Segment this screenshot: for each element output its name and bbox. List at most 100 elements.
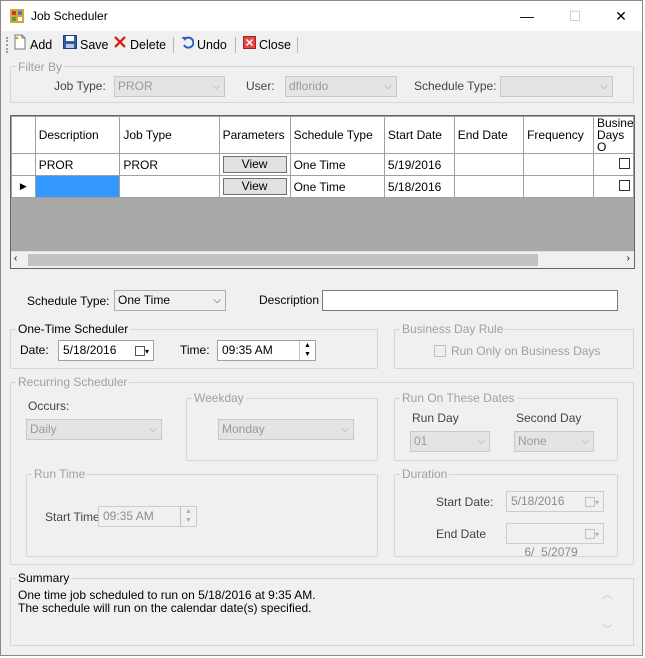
schedule-type-value: One Time	[118, 293, 171, 307]
column-header[interactable]: Parameters	[218, 116, 291, 154]
scroll-right-icon[interactable]: ›	[627, 253, 630, 264]
business-days-checkbox[interactable]	[619, 157, 630, 169]
business-days-checkbox[interactable]	[619, 179, 630, 191]
row-header-current[interactable]: ▶	[11, 175, 36, 198]
view-parameters-button[interactable]: View	[222, 156, 287, 173]
minimize-button[interactable]: —	[504, 1, 550, 31]
date-label: Date:	[20, 343, 49, 357]
undo-button[interactable]: Undo	[181, 35, 227, 55]
schedule-type-cell[interactable]: One Time	[289, 153, 385, 176]
close-icon	[243, 35, 256, 55]
summary-vertical-scrollbar[interactable]: ︿ ﹀	[599, 586, 616, 642]
chevron-down-icon: ⌵	[149, 424, 157, 435]
calendar-icon[interactable]: ▾	[584, 524, 599, 544]
time-input[interactable]: 09:35 AM ▲ ▼	[217, 340, 316, 361]
start-date-cell[interactable]: 5/18/2016	[383, 175, 455, 198]
scroll-down-icon[interactable]: ﹀	[599, 621, 616, 636]
column-header[interactable]: Frequency	[523, 116, 594, 154]
run-day-combo[interactable]: 01 ⌵	[410, 431, 490, 452]
duration-group	[394, 474, 618, 557]
start-time-input[interactable]: 09:35 AM ▲ ▼	[98, 506, 197, 527]
save-label: Save	[80, 38, 109, 52]
table-row[interactable]: PROR PROR View One Time 5/19/2016	[11, 153, 634, 176]
chevron-down-icon: ⌵	[341, 424, 349, 435]
duration-start-date-value: 5/18/2016	[511, 494, 565, 508]
time-spinner[interactable]: ▲ ▼	[299, 341, 315, 360]
filter-job-type-combo[interactable]: PROR ⌵	[114, 76, 225, 97]
maximize-button[interactable]: ☐	[552, 1, 598, 31]
toolbar-grip	[6, 37, 8, 53]
summary-line-2: The schedule will run on the calendar da…	[18, 601, 312, 615]
calendar-icon[interactable]: ▾	[134, 341, 149, 361]
jobs-grid[interactable]: Description Job Type Parameters Schedule…	[10, 115, 635, 269]
occurs-value: Daily	[30, 422, 57, 436]
duration-start-date-picker[interactable]: 5/18/2016 ▾	[506, 491, 604, 512]
job-type-cell[interactable]	[119, 175, 220, 198]
row-header[interactable]	[11, 153, 36, 176]
schedule-type-combo[interactable]: One Time ⌵	[114, 290, 226, 311]
start-time-spinner[interactable]: ▲ ▼	[180, 507, 196, 526]
filter-schedule-type-combo[interactable]: ⌵	[500, 76, 613, 97]
close-button[interactable]: Close	[243, 35, 291, 55]
view-parameters-button[interactable]: View	[222, 178, 287, 195]
parameters-cell: View	[218, 153, 291, 176]
filter-user-combo[interactable]: dflorido ⌵	[285, 76, 397, 97]
duration-end-date-value: 6/ 5/2079	[524, 545, 578, 559]
date-value: 5/18/2016	[63, 343, 117, 357]
summary-line-1: One time job scheduled to run on 5/18/20…	[18, 588, 316, 602]
add-button[interactable]: Add	[13, 34, 52, 55]
save-icon	[63, 35, 77, 55]
save-button[interactable]: Save	[63, 35, 109, 55]
column-header[interactable]: Business Days O	[592, 116, 634, 154]
business-days-only-checkbox[interactable]	[434, 345, 446, 357]
duration-end-date-picker[interactable]: 6/ 5/2079 ▾	[506, 523, 604, 559]
delete-button[interactable]: Delete	[113, 35, 166, 55]
second-day-combo[interactable]: None ⌵	[514, 431, 594, 452]
filter-schedule-type-label: Schedule Type:	[414, 79, 497, 93]
column-header[interactable]: Start Date	[383, 116, 455, 154]
column-header[interactable]: Schedule Type	[289, 116, 385, 154]
second-day-value: None	[518, 434, 547, 448]
column-header[interactable]: Job Type	[119, 116, 220, 154]
delete-icon	[113, 35, 127, 55]
date-picker[interactable]: 5/18/2016 ▾	[58, 340, 154, 361]
description-label: Description	[259, 293, 320, 307]
time-label: Time:	[180, 343, 210, 357]
business-days-cell	[592, 153, 634, 176]
close-window-button[interactable]: ✕	[598, 1, 644, 31]
weekday-combo[interactable]: Monday ⌵	[218, 419, 354, 440]
description-cell-selected[interactable]	[34, 175, 121, 198]
column-header[interactable]: Description	[34, 116, 121, 154]
scrollbar-thumb[interactable]	[28, 254, 538, 266]
run-day-value: 01	[414, 434, 428, 448]
chevron-down-icon: ⌵	[212, 81, 220, 92]
frequency-cell[interactable]	[523, 175, 594, 198]
run-day-label: Run Day	[412, 411, 459, 425]
description-input[interactable]	[322, 290, 618, 311]
end-date-cell[interactable]	[453, 175, 525, 198]
business-days-cell	[592, 175, 634, 198]
filter-group-label: Filter By	[16, 60, 65, 74]
calendar-icon[interactable]: ▾	[584, 492, 599, 512]
app-icon	[10, 9, 24, 23]
parameters-cell: View	[218, 175, 291, 198]
occurs-combo[interactable]: Daily ⌵	[26, 419, 162, 440]
scroll-left-icon[interactable]: ‹	[14, 253, 17, 264]
start-time-label: Start Time	[45, 510, 100, 524]
table-row[interactable]: ▶ View One Time 5/18/2016	[11, 175, 634, 198]
delete-label: Delete	[130, 38, 167, 52]
frequency-cell[interactable]	[523, 153, 594, 176]
start-time-value: 09:35 AM	[103, 509, 154, 523]
run-dates-group-label: Run On These Dates	[400, 391, 517, 405]
horizontal-scrollbar[interactable]: ‹ ›	[11, 251, 634, 268]
scroll-up-icon[interactable]: ︿	[599, 586, 616, 601]
end-date-cell[interactable]	[453, 153, 525, 176]
schedule-type-cell[interactable]: One Time	[289, 175, 385, 198]
start-date-cell[interactable]: 5/19/2016	[383, 153, 455, 176]
weekday-value: Monday	[222, 422, 265, 436]
column-header[interactable]: End Date	[453, 116, 525, 154]
job-type-cell[interactable]: PROR	[119, 153, 220, 176]
toolbar-separator	[235, 37, 236, 53]
toolbar-separator	[297, 37, 298, 53]
description-cell[interactable]: PROR	[34, 153, 121, 176]
